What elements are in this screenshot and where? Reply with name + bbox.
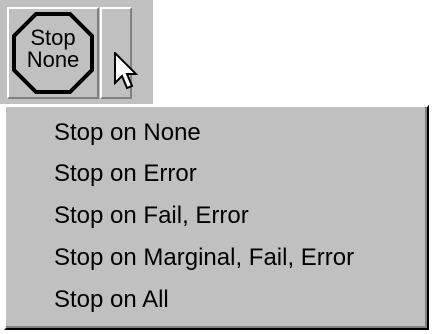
stop-button-label-line1: Stop — [30, 25, 76, 50]
mouse-pointer-icon — [114, 52, 138, 90]
stop-mode-button[interactable]: Stop None — [7, 7, 99, 99]
stop-button-label-line2: None — [26, 47, 80, 72]
menu-item-stop-on-none[interactable]: Stop on None — [54, 113, 201, 153]
menu-item-stop-on-error[interactable]: Stop on Error — [54, 154, 197, 194]
stage: Stop None Stop on None Stop on Error Sto… — [0, 0, 435, 334]
menu-item-stop-on-fail-error[interactable]: Stop on Fail, Error — [54, 196, 249, 236]
stop-mode-menu: Stop on None Stop on Error Stop on Fail,… — [4, 105, 429, 330]
menu-item-stop-on-marginal-fail-error[interactable]: Stop on Marginal, Fail, Error — [54, 238, 354, 278]
menu-item-stop-on-all[interactable]: Stop on All — [54, 280, 169, 320]
